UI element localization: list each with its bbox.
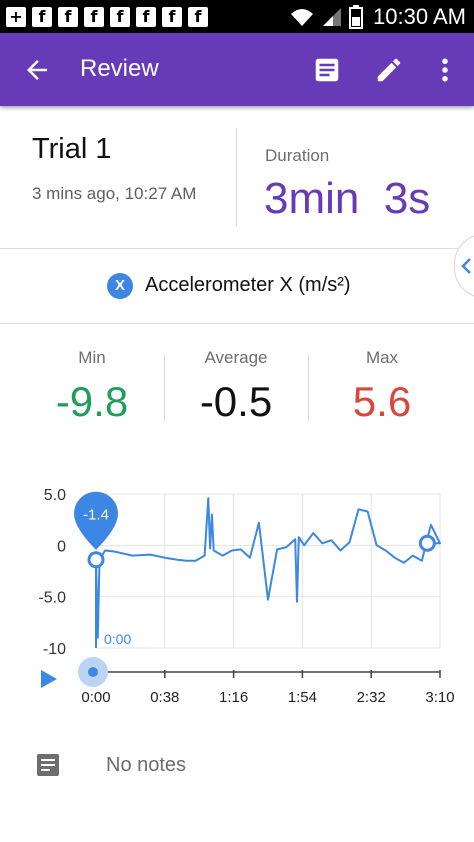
trial-name: Trial 1 <box>32 133 112 165</box>
notes-text: No notes <box>106 754 187 776</box>
facebook-icon: f <box>32 7 52 27</box>
header-divider <box>236 128 237 226</box>
average-value: -0.5 <box>199 378 273 425</box>
y-tick-label: 0 <box>57 538 66 555</box>
trial-timestamp: 3 mins ago, 10:27 AM <box>32 184 197 203</box>
y-tick-label: -5.0 <box>38 590 66 607</box>
page-title: Review <box>80 55 159 82</box>
max-label: Max <box>365 348 399 367</box>
x-tick-label: 3:10 <box>425 689 454 706</box>
chevron-left-icon <box>461 258 471 274</box>
y-tick-label: -10 <box>43 641 66 658</box>
divider <box>0 248 474 249</box>
duration-label: Duration <box>265 146 330 165</box>
cursor-time-label: 0:00 <box>104 631 131 647</box>
facebook-icon: f <box>110 7 130 27</box>
plus-icon: + <box>6 7 26 27</box>
sensor-x-badge: X <box>107 273 133 299</box>
signal-icon <box>323 8 342 26</box>
battery-icon <box>349 5 364 29</box>
notes-icon[interactable] <box>312 55 342 85</box>
side-drawer-handle[interactable] <box>454 234 474 298</box>
series-end-point <box>418 534 436 552</box>
facebook-icon: f <box>136 7 156 27</box>
x-tick-label: 0:38 <box>150 689 179 706</box>
average-label: Average <box>204 348 268 367</box>
more-vert-icon[interactable] <box>430 55 460 85</box>
series-line <box>95 497 441 639</box>
x-tick-label: 0:00 <box>81 689 110 706</box>
x-tick-label: 2:32 <box>357 689 386 706</box>
status-time: 10:30 AM <box>373 4 466 29</box>
status-bar: + f f f f f f f 10:30 AM <box>0 0 474 33</box>
app-bar: Review <box>0 33 474 106</box>
sensor-chart[interactable]: 5.0 0 -5.0 -10 -1.4 0:00 0:00 0:38 1:16 1:54 2:32 3… <box>0 470 474 720</box>
facebook-icon: f <box>188 7 208 27</box>
edit-icon[interactable] <box>374 55 404 85</box>
min-label: Min <box>78 348 106 367</box>
facebook-icon: f <box>162 7 182 27</box>
notification-icons: + f f f f f f f <box>6 7 208 27</box>
scrubber-thumb[interactable] <box>88 667 98 677</box>
x-tick-label: 1:16 <box>219 689 248 706</box>
arrow-back-icon[interactable] <box>22 55 52 85</box>
play-icon[interactable] <box>41 670 57 688</box>
divider <box>0 323 474 324</box>
x-tick-label: 1:54 <box>288 689 317 706</box>
max-value: 5.6 <box>352 378 412 425</box>
facebook-icon: f <box>58 7 78 27</box>
facebook-icon: f <box>84 7 104 27</box>
notes-icon <box>37 754 59 776</box>
duration-value: 3min 3s <box>264 174 431 223</box>
sensor-label[interactable]: Accelerometer X (m/s²) <box>145 274 351 297</box>
marker-value-label: -1.4 <box>83 507 109 524</box>
cursor-point[interactable] <box>87 551 105 569</box>
wifi-icon <box>291 9 314 26</box>
min-value: -9.8 <box>55 378 129 425</box>
y-tick-label: 5.0 <box>44 487 66 504</box>
